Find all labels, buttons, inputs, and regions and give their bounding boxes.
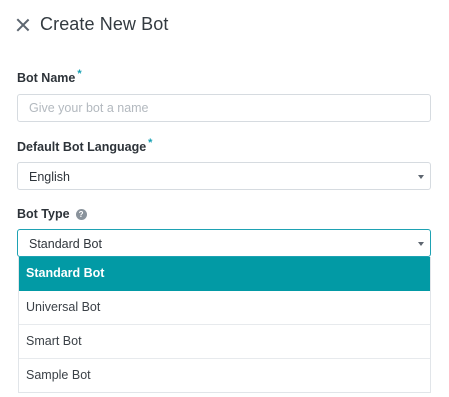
dialog-header: Create New Bot <box>16 14 168 35</box>
required-asterisk: * <box>77 68 82 80</box>
bot-name-label: Bot Name * <box>17 68 82 85</box>
language-selected-value: English <box>29 170 70 184</box>
chevron-down-icon[interactable] <box>418 175 424 179</box>
bot-name-field[interactable] <box>17 94 431 122</box>
question-circle-icon[interactable]: ? <box>75 209 87 220</box>
chevron-down-icon[interactable] <box>418 242 424 246</box>
bot-name-input[interactable] <box>18 95 430 121</box>
bot-name-label-text: Bot Name <box>17 71 76 85</box>
bot-type-selected-value: Standard Bot <box>29 237 102 251</box>
option-standard-bot[interactable]: Standard Bot <box>19 257 430 291</box>
bot-type-label: Bot Type? <box>17 207 87 221</box>
option-universal-bot[interactable]: Universal Bot <box>19 291 430 325</box>
default-language-label-text: Default Bot Language <box>17 140 147 154</box>
default-language-select[interactable]: English <box>17 162 431 190</box>
required-asterisk: * <box>148 137 153 149</box>
option-smart-bot[interactable]: Smart Bot <box>19 325 430 359</box>
bot-type-dropdown: Standard Bot Universal Bot Smart Bot Sam… <box>18 257 431 393</box>
option-sample-bot[interactable]: Sample Bot <box>19 359 430 392</box>
default-language-label: Default Bot Language * <box>17 137 153 154</box>
bot-type-select[interactable]: Standard Bot <box>17 229 431 257</box>
close-icon[interactable] <box>16 18 30 32</box>
bot-type-label-text: Bot Type <box>17 207 70 221</box>
dialog-title: Create New Bot <box>40 14 169 34</box>
